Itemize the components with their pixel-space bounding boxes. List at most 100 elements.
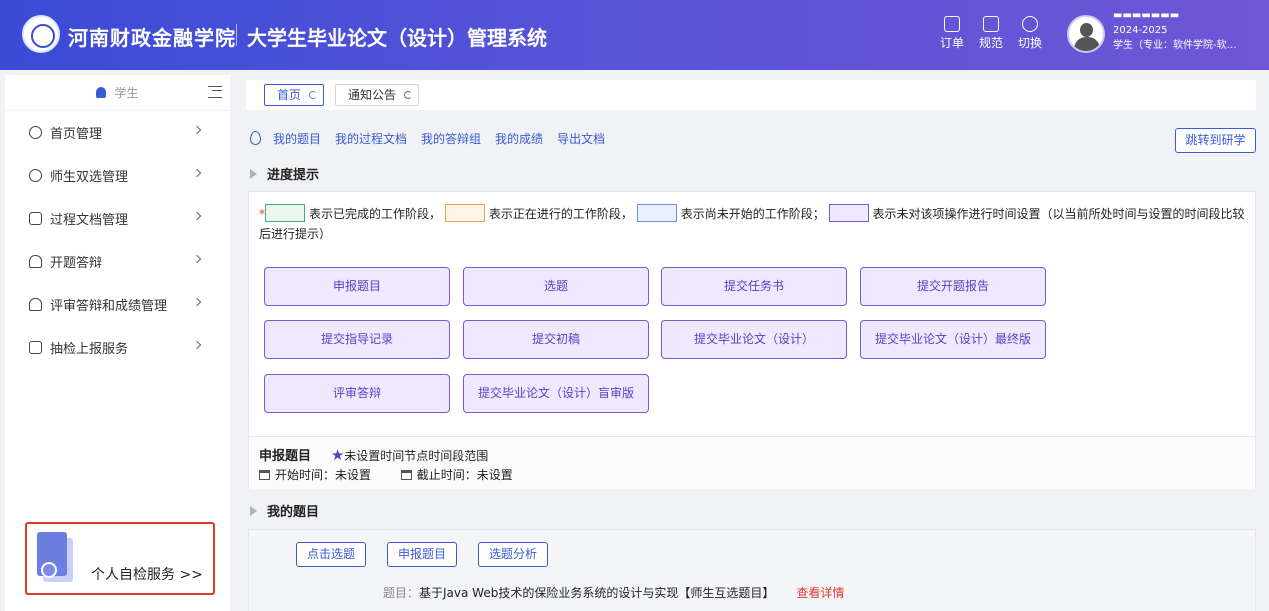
self-check-label: 个人自检服务 >> <box>91 567 203 583</box>
chevron-right-icon <box>192 297 202 307</box>
link-my-topic[interactable]: 我的题目 <box>273 130 321 147</box>
click-select-topic-button[interactable]: 点击选题 <box>296 542 367 567</box>
sidebar-item-label: 首页管理 <box>50 127 103 142</box>
topic-label: 题目： <box>383 586 420 600</box>
users-icon <box>29 169 42 182</box>
legend-completed: 表示已完成的工作阶段， <box>309 207 442 221</box>
gear-icon <box>29 126 42 139</box>
jump-to-research-button[interactable]: 跳转到研学 <box>1175 128 1256 153</box>
expand-triangle-icon <box>250 168 257 179</box>
declare-topic-button[interactable]: 申报题目 <box>387 542 458 567</box>
step-select-topic[interactable]: 选题 <box>463 267 649 306</box>
tab-home[interactable]: 首页 <box>264 84 325 106</box>
topic-value: 基于Java Web技术的保险业务系统的设计与实现【师生互选题目】 <box>419 586 775 600</box>
user-podium-icon <box>29 255 42 268</box>
legend-in-progress: 表示正在进行的工作阶段， <box>488 207 633 221</box>
step-submit-guidance-record[interactable]: 提交指导记录 <box>264 320 450 359</box>
system-title: 大学生毕业论文（设计）管理系统 <box>247 26 547 50</box>
link-my-process-docs[interactable]: 我的过程文档 <box>335 130 407 147</box>
location-pin-icon <box>250 131 261 145</box>
sidebar-item-review-grades[interactable]: 评审答辩和成绩管理 <box>5 283 230 326</box>
sidebar-item-label: 抽检上报服务 <box>50 342 129 357</box>
sidebar-item-home[interactable]: 首页管理 <box>5 111 230 154</box>
chevron-right-icon <box>192 125 202 135</box>
school-logo-icon <box>22 15 60 53</box>
order-label: 订单 <box>939 36 964 50</box>
sidebar-item-inspection[interactable]: 抽检上报服务 <box>5 326 230 369</box>
progress-section-title[interactable]: 进度提示 <box>250 164 319 183</box>
step-declare-topic[interactable]: 申报题目 <box>264 267 450 306</box>
order-button[interactable]: 订单 <box>934 16 970 51</box>
tab-bar: 首页 通知公告 <box>246 80 1256 110</box>
end-time-value: 未设置 <box>476 468 513 482</box>
view-details-link[interactable]: 查看详情 <box>796 586 844 600</box>
legend-not-started: 表示尚未开始的工作阶段； <box>680 207 825 221</box>
current-step-info: 申报题目 ★未设置时间节点时间段范围 开始时间：未设置 截止时间：未设置 <box>249 436 1255 489</box>
my-topic-title: 我的题目 <box>267 505 320 520</box>
switch-button[interactable]: 切换 <box>1012 16 1048 51</box>
tab-label: 通知公告 <box>348 88 397 102</box>
chevron-right-icon <box>192 211 202 221</box>
progress-panel: * 表示已完成的工作阶段， 表示正在进行的工作阶段， 表示尚未开始的工作阶段； 表… <box>248 191 1256 489</box>
inspect-icon <box>29 341 42 354</box>
step-submit-final-thesis[interactable]: 提交毕业论文（设计）最终版 <box>860 320 1046 359</box>
topic-line: 题目：基于Java Web技术的保险业务系统的设计与实现【师生互选题目】 查看详情 <box>383 584 844 601</box>
calendar-icon <box>259 470 270 480</box>
my-topic-section-title[interactable]: 我的题目 <box>250 501 319 520</box>
topic-analysis-button[interactable]: 选题分析 <box>478 542 549 567</box>
order-icon <box>944 16 960 32</box>
start-time-label: 开始时间： <box>275 468 336 482</box>
switch-label: 切换 <box>1017 36 1042 50</box>
user-icon <box>96 87 107 98</box>
self-check-service-button[interactable]: 个人自检服务 >> <box>25 522 215 595</box>
step-review-defense[interactable]: 评审答辩 <box>264 374 450 413</box>
document-icon <box>983 16 999 32</box>
my-topic-panel: 点击选题 申报题目 选题分析 题目：基于Java Web技术的保险业务系统的设计… <box>248 529 1256 611</box>
switch-user-icon <box>1022 16 1038 32</box>
expand-triangle-icon <box>250 505 257 516</box>
step-submit-blind-review[interactable]: 提交毕业论文（设计）盲审版 <box>463 374 649 413</box>
sidebar-item-mutual-selection[interactable]: 师生双选管理 <box>5 154 230 197</box>
tab-notices[interactable]: 通知公告 <box>335 84 420 106</box>
sidebar-item-process-docs[interactable]: 过程文档管理 <box>5 197 230 240</box>
top-header: 河南财政金融学院 大学生毕业论文（设计）管理系统 订单 规范 切换 ▬▬▬▬▬▬… <box>0 0 1269 70</box>
sidebar-item-label: 过程文档管理 <box>50 213 129 228</box>
link-export-docs[interactable]: 导出文档 <box>557 130 605 147</box>
current-step-name: 申报题目 <box>259 449 312 464</box>
review-icon <box>29 298 42 311</box>
sidebar-item-proposal-defense[interactable]: 开题答辩 <box>5 240 230 283</box>
chevron-right-icon <box>192 254 202 264</box>
calendar-icon <box>400 470 412 480</box>
file-icon <box>29 212 42 225</box>
sidebar-role: 学生 <box>114 86 139 100</box>
school-name: 河南财政金融学院 <box>68 26 236 50</box>
sidebar-item-label: 开题答辩 <box>50 256 103 271</box>
school-year: 2024-2025 <box>1113 25 1168 36</box>
link-my-grades[interactable]: 我的成绩 <box>495 130 543 147</box>
sidebar-item-label: 评审答辩和成绩管理 <box>50 299 168 314</box>
step-submit-proposal[interactable]: 提交开题报告 <box>860 267 1046 306</box>
end-time-label: 截止时间： <box>416 468 477 482</box>
user-name: ▬▬▬▬▬▬▬ <box>1113 10 1180 21</box>
chevron-right-icon <box>192 168 202 178</box>
collapse-menu-icon[interactable] <box>208 86 222 98</box>
refresh-icon[interactable] <box>404 91 413 99</box>
header-divider <box>236 24 237 46</box>
chevron-right-icon <box>192 340 202 350</box>
refresh-icon[interactable] <box>309 91 318 99</box>
progress-title: 进度提示 <box>267 168 320 183</box>
quick-links: 我的题目 我的过程文档 我的答辩组 我的成绩 导出文档 <box>250 128 619 148</box>
standard-button[interactable]: 规范 <box>973 16 1009 51</box>
star-icon: ★ <box>330 446 345 464</box>
step-submit-task-book[interactable]: 提交任务书 <box>661 267 847 306</box>
legend-swatch-not-started <box>636 204 677 222</box>
link-my-defense-group[interactable]: 我的答辩组 <box>421 130 481 147</box>
user-info[interactable]: ▬▬▬▬▬▬▬ 2024-2025 学生（专业：软件学院-软… <box>1113 8 1263 53</box>
progress-legend: * 表示已完成的工作阶段， 表示正在进行的工作阶段， 表示尚未开始的工作阶段； 表… <box>259 204 1249 244</box>
step-submit-first-draft[interactable]: 提交初稿 <box>463 320 649 359</box>
standard-label: 规范 <box>978 36 1003 50</box>
step-submit-thesis[interactable]: 提交毕业论文（设计） <box>661 320 847 359</box>
avatar[interactable] <box>1067 15 1105 53</box>
sidebar-item-label: 师生双选管理 <box>50 170 129 185</box>
sidebar-header: 学生 <box>5 75 230 111</box>
